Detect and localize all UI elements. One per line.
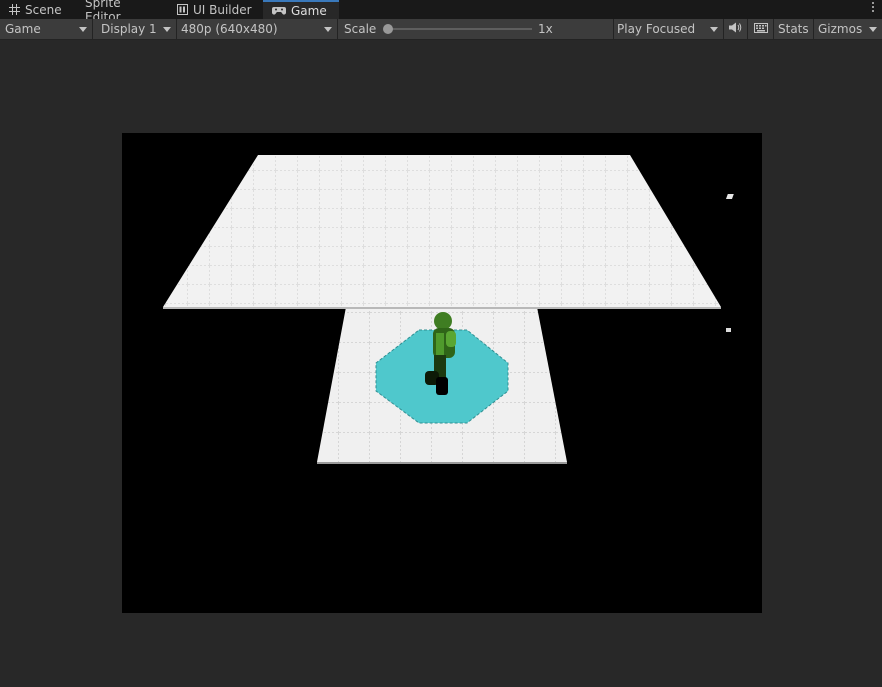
tab-game-label: Game xyxy=(291,3,327,18)
tab-game[interactable]: Game xyxy=(263,0,339,19)
game-view-toolbar: Game Display 1 480p (640x480) Scale 1x P… xyxy=(0,19,882,40)
ui-builder-icon xyxy=(177,4,188,15)
floor-far xyxy=(163,155,721,307)
gizmos-label: Gizmos xyxy=(818,22,863,36)
resolution-select[interactable]: 480p (640x480) xyxy=(177,19,338,39)
distant-object xyxy=(726,328,731,332)
scale-value: 1x xyxy=(538,22,553,36)
scale-slider-thumb[interactable] xyxy=(383,24,393,34)
gizmos-dropdown[interactable]: Gizmos xyxy=(814,19,882,39)
scale-slider[interactable] xyxy=(388,28,532,30)
display-select-value: Display 1 xyxy=(101,22,157,36)
view-select-value: Game xyxy=(5,22,41,36)
play-mode-select[interactable]: Play Focused xyxy=(614,19,724,39)
shortcuts-button[interactable] xyxy=(748,19,774,39)
tab-scene[interactable]: Scene xyxy=(0,0,70,19)
tab-ui-builder[interactable]: UI Builder xyxy=(168,0,262,19)
tab-sprite-editor[interactable]: Sprite Editor xyxy=(76,0,167,24)
speaker-icon xyxy=(729,22,742,36)
chevron-down-icon xyxy=(324,27,332,32)
chevron-down-icon xyxy=(710,27,718,32)
window-tab-bar: Scene Sprite Editor UI Builder Game xyxy=(0,0,882,24)
game-viewport[interactable] xyxy=(122,133,762,613)
more-options-icon[interactable] xyxy=(872,2,875,15)
chevron-down-icon xyxy=(79,27,87,32)
scale-label: Scale xyxy=(344,22,377,36)
chevron-down-icon xyxy=(163,27,171,32)
gamepad-icon xyxy=(272,6,286,15)
play-mode-value: Play Focused xyxy=(617,22,696,36)
floor-edge xyxy=(163,307,721,309)
display-select[interactable]: Display 1 xyxy=(93,19,177,39)
chevron-down-icon xyxy=(869,27,877,32)
mute-audio-button[interactable] xyxy=(724,19,748,39)
game-scene-render xyxy=(163,155,734,464)
keyboard-icon xyxy=(753,22,768,36)
view-select[interactable]: Game xyxy=(0,19,93,39)
stats-label: Stats xyxy=(778,22,809,36)
grid-icon xyxy=(9,4,20,15)
floor-near-edge xyxy=(317,462,567,464)
tab-scene-label: Scene xyxy=(25,2,62,17)
resolution-select-value: 480p (640x480) xyxy=(181,22,278,36)
distant-object xyxy=(725,194,734,199)
stats-button[interactable]: Stats xyxy=(774,19,814,39)
scale-control: Scale 1x xyxy=(338,19,614,39)
tab-ui-builder-label: UI Builder xyxy=(193,2,252,17)
